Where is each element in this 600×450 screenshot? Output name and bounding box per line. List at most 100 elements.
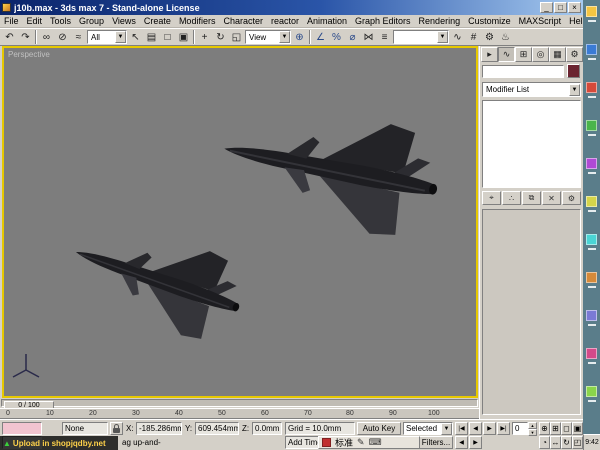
ime-label[interactable]: 标准 [335,436,353,449]
current-frame-field[interactable]: 0 [512,422,528,435]
menu-maxscript[interactable]: MAXScript [515,16,566,26]
maximize-button[interactable]: □ [554,2,567,13]
zoom-icon[interactable]: ⊕ [539,422,550,435]
chevron-down-icon[interactable]: ▼ [569,84,580,96]
schematic-view-icon[interactable]: # [466,30,481,45]
menu-modifiers[interactable]: Modifiers [175,16,220,26]
desktop-icon[interactable] [586,272,597,283]
redo-icon[interactable]: ↷ [18,30,33,45]
modifier-stack-list[interactable] [482,100,581,188]
jet-model-large[interactable] [214,94,448,245]
desktop-icon[interactable] [586,348,597,359]
menu-graph-editors[interactable]: Graph Editors [351,16,415,26]
angle-snap-icon[interactable]: ∠ [313,30,328,45]
menu-rendering[interactable]: Rendering [415,16,465,26]
next-key-button[interactable]: ▶ [469,436,482,449]
z-coord-field[interactable]: 0.0mm [252,422,282,435]
play-button[interactable]: ▶ [483,422,496,435]
bind-spacewarp-icon[interactable]: ≈ [71,30,86,45]
chevron-down-icon[interactable]: ▼ [115,31,126,43]
viewport-label[interactable]: Perspective [8,50,50,59]
chevron-down-icon[interactable]: ▼ [279,31,290,43]
go-to-end-button[interactable]: ▶| [497,422,510,435]
menu-help[interactable]: Help [565,16,583,26]
modifier-list-dropdown[interactable]: Modifier List ▼ [482,82,581,97]
pan-icon[interactable]: ↔ [550,436,561,449]
desktop-icon[interactable] [586,310,597,321]
menu-animation[interactable]: Animation [303,16,351,26]
menu-group[interactable]: Group [75,16,108,26]
remove-modifier-icon[interactable]: ✕ [542,191,561,205]
macro-recorder-field[interactable] [2,422,42,435]
selection-region-icon[interactable]: □ [160,30,175,45]
zoom-extents-all-icon[interactable]: ▣ [572,422,583,435]
viewport-perspective[interactable]: Perspective [2,46,478,398]
select-rotate-icon[interactable]: ↻ [213,30,228,45]
named-sets-dropdown[interactable]: ▼ [393,30,449,44]
ime-pen-icon[interactable]: ✎ [357,437,365,448]
selection-lock-icon[interactable] [110,422,123,435]
y-coord-field[interactable]: 609.454mm [195,422,239,435]
select-move-icon[interactable]: + [197,30,212,45]
menu-reactor[interactable]: reactor [267,16,303,26]
align-icon[interactable]: ≡ [377,30,392,45]
desktop-icon[interactable] [586,234,597,245]
object-color-swatch[interactable] [567,64,580,78]
tab-utilities-icon[interactable]: ⚙ [566,47,583,62]
zoom-all-icon[interactable]: ⊞ [550,422,561,435]
make-unique-icon[interactable]: ⧉ [522,191,541,205]
minimize-button[interactable]: _ [540,2,553,13]
chevron-down-icon[interactable]: ▼ [437,31,448,43]
select-object-icon[interactable]: ↖ [128,30,143,45]
tab-create-icon[interactable]: ▸ [481,47,498,62]
tab-hierarchy-icon[interactable]: ⊞ [515,47,532,62]
menu-file[interactable]: File [0,16,23,26]
auto-key-button[interactable]: Auto Key [357,422,401,435]
pin-stack-icon[interactable]: ⌖ [482,191,501,205]
menu-edit[interactable]: Edit [23,16,47,26]
undo-icon[interactable]: ↶ [2,30,17,45]
ime-keyboard-icon[interactable]: ⌨ [369,437,382,448]
desktop-icon[interactable] [586,196,597,207]
desktop-icon[interactable] [586,386,597,397]
time-slider-track[interactable]: 0 / 100 [1,399,478,407]
pivot-center-icon[interactable]: ⊕ [292,30,307,45]
field-of-view-icon[interactable]: ◔ [539,436,550,449]
viewport-canvas[interactable] [4,48,476,396]
show-end-result-icon[interactable]: ∴ [502,191,521,205]
coord-system-dropdown[interactable]: View ▼ [245,30,291,44]
desktop-icon[interactable] [586,44,597,55]
menu-tools[interactable]: Tools [46,16,75,26]
title-bar[interactable]: j10b.max - 3ds max 7 - Stand-alone Licen… [0,0,583,15]
menu-create[interactable]: Create [140,16,175,26]
close-button[interactable]: × [568,2,581,13]
track-bar[interactable]: 0 10 20 30 40 50 60 70 80 90 100 [0,408,479,419]
menu-customize[interactable]: Customize [464,16,515,26]
desktop-icon[interactable] [586,120,597,131]
object-name-field[interactable] [482,65,564,78]
x-coord-field[interactable]: -185.286mm [136,422,182,435]
quick-render-icon[interactable]: ♨ [498,30,513,45]
ime-mode-icon[interactable] [322,438,331,447]
menu-character[interactable]: Character [219,16,267,26]
zoom-extents-icon[interactable]: ◻ [561,422,572,435]
arc-rotate-icon[interactable]: ↻ [561,436,572,449]
tab-motion-icon[interactable]: ◎ [532,47,549,62]
desktop-icon[interactable] [586,82,597,93]
key-filter-dropdown[interactable]: Selected ▼ [403,422,453,435]
configure-stack-icon[interactable]: ⚙ [562,191,581,205]
render-setup-icon[interactable]: ⚙ [482,30,497,45]
window-crossing-icon[interactable]: ▣ [176,30,191,45]
tab-display-icon[interactable]: ▦ [549,47,566,62]
go-to-start-button[interactable]: |◀ [455,422,468,435]
select-link-icon[interactable]: ∞ [39,30,54,45]
mirror-icon[interactable]: ⋈ [361,30,376,45]
previous-key-button[interactable]: ◀ [455,436,468,449]
maximize-viewport-icon[interactable]: ◰ [572,436,583,449]
select-by-name-icon[interactable]: ▤ [144,30,159,45]
desktop-icon[interactable] [586,158,597,169]
select-scale-icon[interactable]: ◱ [229,30,244,45]
tab-modify-icon[interactable]: ∿ [498,47,515,62]
frame-spinner[interactable]: ▲▼ [528,422,537,435]
jet-model-small[interactable] [61,210,253,350]
